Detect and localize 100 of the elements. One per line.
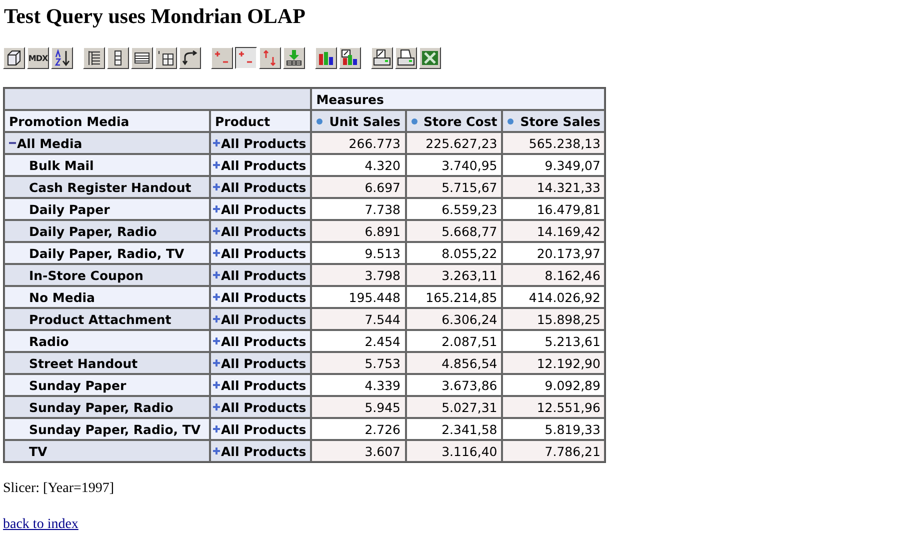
value-cell: 8.162,46: [502, 264, 606, 286]
value-cell: 2.341,58: [406, 418, 502, 440]
member-label: All Products: [221, 312, 306, 327]
member-label: Daily Paper, Radio: [29, 224, 157, 238]
member-label: All Products: [221, 158, 306, 173]
value-cell: 20.173,97: [502, 242, 606, 264]
member-label: In-Store Coupon: [29, 268, 144, 282]
value-cell: 266.773: [311, 132, 406, 154]
swap-arrow-icon: [181, 49, 199, 67]
value-cell: 16.479,81: [502, 198, 606, 220]
printer-icon: [373, 49, 391, 67]
member-label: All Products: [221, 180, 306, 195]
value-cell: 14.169,42: [502, 220, 606, 242]
value-cell: 3.740,95: [406, 154, 502, 176]
sort-dot-icon[interactable]: [410, 118, 418, 125]
value-cell: 5.945: [311, 396, 406, 418]
member-label: All Products: [221, 268, 306, 283]
value-cell: 12.192,90: [502, 352, 606, 374]
page-title: Test Query uses Mondrian OLAP: [4, 4, 306, 29]
member-label: Bulk Mail: [29, 158, 94, 172]
value-cell: 5.213,61: [502, 330, 606, 352]
expand-icon[interactable]: [213, 359, 220, 368]
expand-icon[interactable]: [213, 381, 220, 390]
value-cell: 6.891: [311, 220, 406, 242]
member-label: Street Handout: [29, 356, 138, 370]
back-link[interactable]: back to index: [3, 517, 78, 532]
value-cell: 225.627,23: [406, 132, 502, 154]
value-cell: 3.673,86: [406, 374, 502, 396]
member-label: Daily Paper, Radio, TV: [29, 246, 184, 260]
expand-icon[interactable]: [213, 293, 220, 302]
value-cell: 6.306,24: [406, 308, 502, 330]
expand-icon[interactable]: [213, 425, 220, 434]
expand-icon[interactable]: [213, 337, 220, 346]
value-cell: 8.055,22: [406, 242, 502, 264]
column-header: Product: [210, 110, 312, 132]
member-label: All Products: [221, 202, 306, 217]
value-cell: 4.339: [311, 374, 406, 396]
value-cell: 5.715,67: [406, 176, 502, 198]
value-cell: 9.092,89: [502, 374, 606, 396]
value-cell: 165.214,85: [406, 286, 502, 308]
slicer-text: Slicer: [Year=1997]: [3, 481, 116, 497]
member-label: All Products: [221, 334, 306, 349]
member-label: All Products: [221, 136, 306, 151]
printer-icon: [397, 49, 415, 67]
member-label: All Products: [221, 356, 306, 371]
value-cell: 7.544: [311, 308, 406, 330]
member-label: All Products: [221, 444, 306, 459]
value-cell: 9.513: [311, 242, 406, 264]
sort-dot-icon[interactable]: [316, 118, 324, 125]
expand-icon[interactable]: [213, 249, 220, 258]
value-cell: 4.320: [311, 154, 406, 176]
value-cell: 5.819,33: [502, 418, 606, 440]
toolbar-button[interactable]: [235, 47, 257, 69]
sort-icon: [53, 49, 71, 67]
expand-icon[interactable]: [213, 403, 220, 412]
expand-icon[interactable]: [213, 271, 220, 280]
value-cell: 7.786,21: [502, 440, 606, 462]
mdx-button[interactable]: MDX: [27, 47, 49, 69]
value-cell: 2.454: [311, 330, 406, 352]
member-label: No Media: [29, 290, 95, 304]
value-cell: 6.559,23: [406, 198, 502, 220]
member-label: Sunday Paper, Radio: [29, 400, 174, 414]
value-cell: 2.726: [311, 418, 406, 440]
value-cell: 3.263,11: [406, 264, 502, 286]
value-cell: 5.753: [311, 352, 406, 374]
cube-icon: [5, 49, 23, 67]
expand-icon[interactable]: [213, 315, 220, 324]
column-group-header: Measures: [311, 88, 606, 110]
drill-down-icon: [285, 49, 303, 67]
column-header-label: Store Sales: [520, 114, 600, 129]
value-cell: 195.448: [311, 286, 406, 308]
value-cell: 3.116,40: [406, 440, 502, 462]
column-header-label: Unit Sales: [329, 114, 400, 129]
value-cell: 6.697: [311, 176, 406, 198]
value-cell: 2.087,51: [406, 330, 502, 352]
value-cell: 15.898,25: [502, 308, 606, 330]
expand-icon[interactable]: [213, 205, 220, 214]
member-label: All Products: [221, 246, 306, 261]
expand-icon[interactable]: [213, 161, 220, 170]
value-cell: 5.027,31: [406, 396, 502, 418]
expand-icon[interactable]: [213, 227, 220, 236]
member-label: All Products: [221, 422, 306, 437]
member-label: All Products: [221, 290, 306, 305]
member-label: All Products: [221, 224, 306, 239]
expand-icon[interactable]: [213, 139, 220, 148]
expand-icon[interactable]: [213, 447, 220, 456]
grid-icon: [157, 49, 175, 67]
column-header: Promotion Media: [4, 110, 210, 132]
value-cell: 9.349,07: [502, 154, 606, 176]
member-label: Radio: [29, 334, 69, 348]
value-cell: 12.551,96: [502, 396, 606, 418]
spreadsheet-x-icon: [421, 49, 439, 67]
value-cell: 7.738: [311, 198, 406, 220]
member-label: All Products: [221, 400, 306, 415]
expand-icon[interactable]: [213, 183, 220, 192]
value-cell: 5.668,77: [406, 220, 502, 242]
sort-dot-icon[interactable]: [507, 118, 514, 125]
member-label: Daily Paper: [29, 202, 110, 216]
member-label: All Media: [17, 136, 82, 151]
member-label: All Products: [221, 378, 306, 393]
